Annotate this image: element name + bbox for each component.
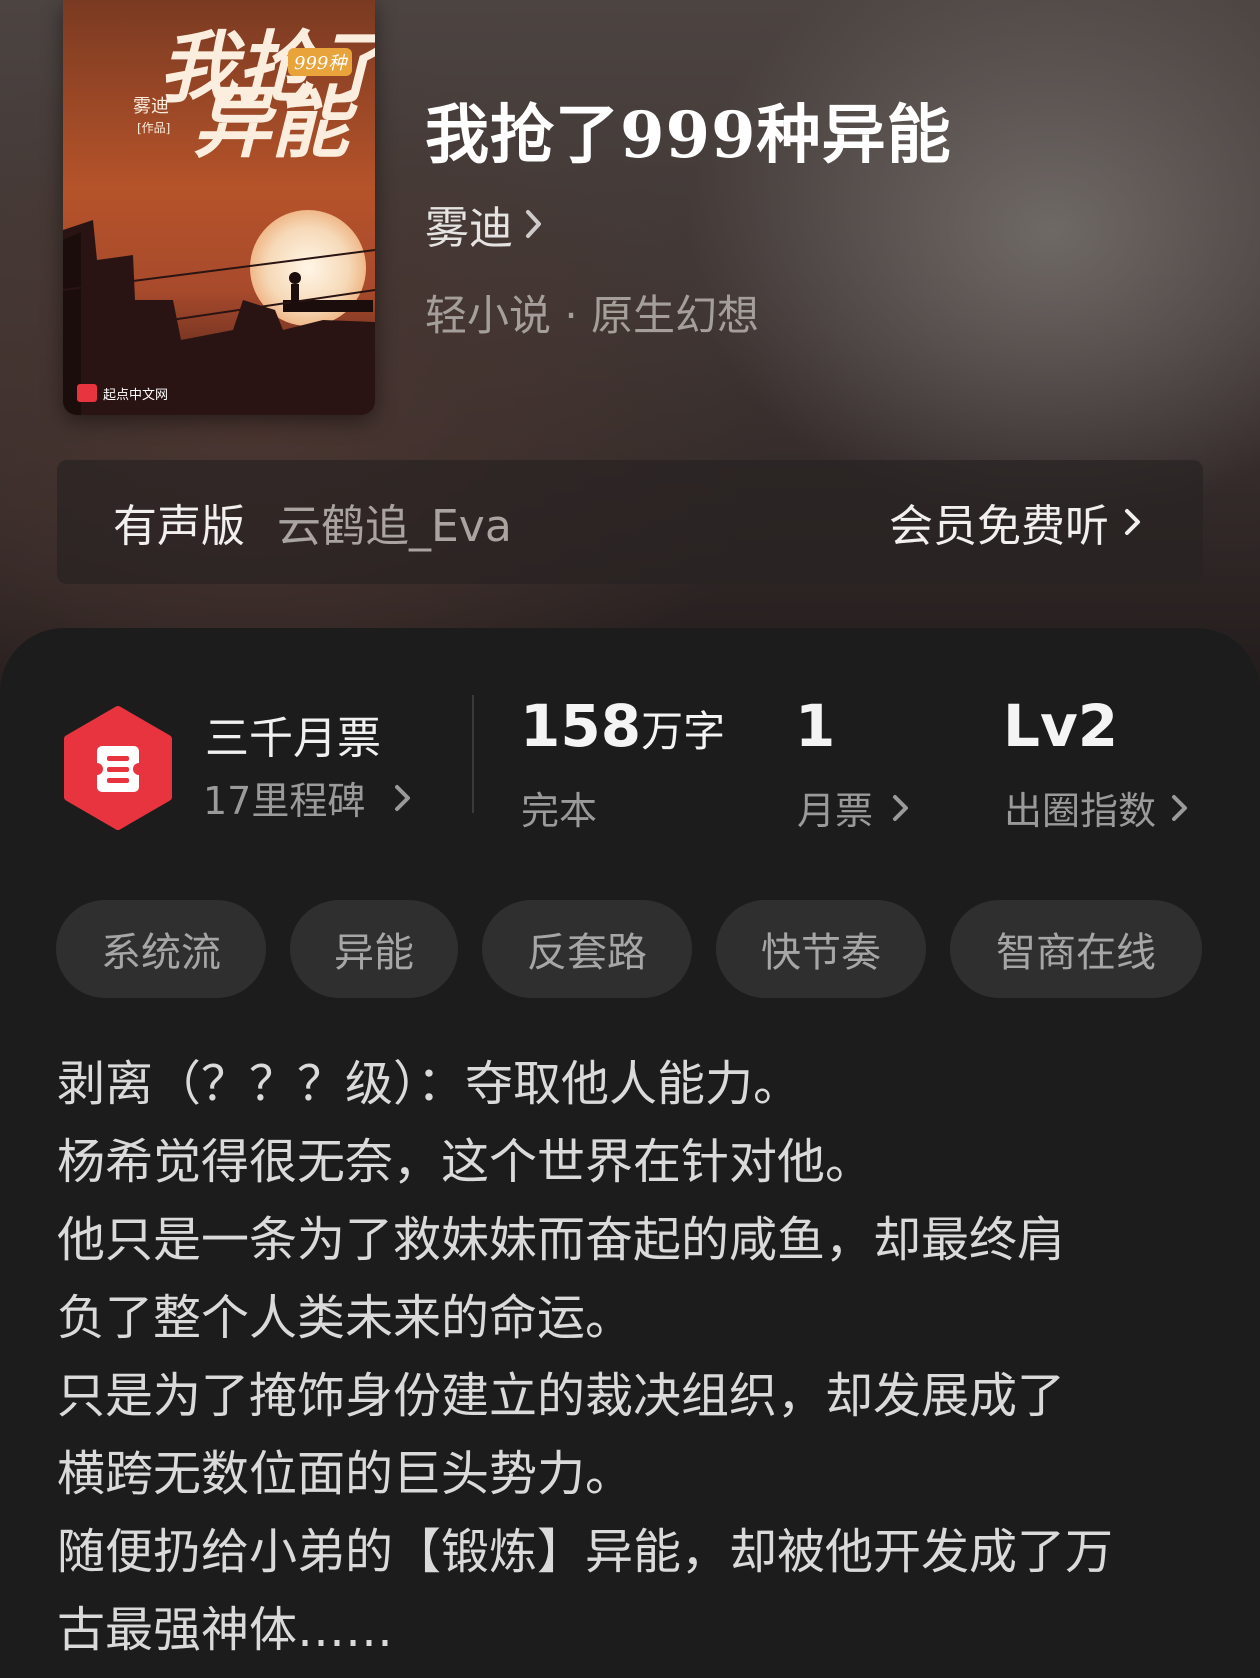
synopsis-line: 负了整个人类未来的命运。 bbox=[57, 1290, 634, 1346]
milestone-title[interactable]: 三千月票 bbox=[205, 702, 381, 766]
book-genre: 轻小说 · 原生幻想 bbox=[425, 291, 760, 340]
author-link[interactable]: 雾迪 bbox=[425, 196, 545, 254]
book-cover[interactable]: 我抢了 异能 999种 雾迪 [作品] 起点中文网 bbox=[63, 0, 375, 415]
popularity-index-level: Lv2 bbox=[1003, 692, 1119, 760]
chevron-right-icon bbox=[1172, 794, 1188, 821]
chevron-right-icon bbox=[1125, 509, 1140, 535]
monthly-votes-count: 1 bbox=[795, 692, 836, 760]
synopsis-line: 剥离（？？？级）：夺取他人能力。 bbox=[57, 1056, 802, 1112]
audiobook-bar[interactable]: 有声版 云鹤追_Eva 会员免费听 bbox=[57, 460, 1203, 584]
synopsis-line: 他只是一条为了救妹妹而奋起的咸鱼，却最终肩 bbox=[57, 1212, 1066, 1268]
tag-chip[interactable]: 系统流 bbox=[56, 900, 266, 998]
tag-chip[interactable]: 智商在线 bbox=[950, 900, 1202, 998]
cover-author: 雾迪 bbox=[133, 96, 169, 117]
book-header: 我抢了 异能 999种 雾迪 [作品] 起点中文网 我抢了999种异能 雾迪 轻… bbox=[0, 0, 1260, 700]
member-free-listen-button[interactable]: 会员免费听 bbox=[889, 490, 1143, 554]
milestone-link[interactable]: 17里程碑 bbox=[203, 770, 413, 825]
word-count: 158万字 bbox=[520, 692, 725, 760]
ticket-badge-icon[interactable] bbox=[62, 706, 174, 830]
book-synopsis[interactable]: 剥离（？？？级）：夺取他人能力。 杨希觉得很无奈，这个世界在针对他。 他只是一条… bbox=[57, 1045, 1207, 1669]
synopsis-line: 横跨无数位面的巨头势力。 bbox=[57, 1446, 634, 1502]
book-title: 我抢了999种异能 bbox=[425, 98, 952, 173]
synopsis-line: 随便扔给小弟的【锻炼】异能，却被他开发成了万 bbox=[57, 1524, 1114, 1580]
cover-title-line2: 异能 bbox=[193, 78, 358, 169]
tag-chip[interactable]: 反套路 bbox=[482, 900, 692, 998]
milestone-count: 17里程碑 bbox=[203, 779, 366, 823]
cover-badge: 999种 bbox=[294, 53, 348, 74]
completion-status: 完本 bbox=[521, 789, 598, 833]
popularity-index-label: 出圈指数 bbox=[1004, 789, 1157, 833]
tag-list: 系统流 异能 反套路 快节奏 智商在线 bbox=[56, 900, 1202, 998]
tag-chip[interactable]: 异能 bbox=[290, 900, 458, 998]
synopsis-line: 只是为了掩饰身份建立的裁决组织，却发展成了 bbox=[57, 1368, 1066, 1424]
cover-author-note: [作品] bbox=[137, 121, 170, 135]
stats-divider bbox=[472, 695, 474, 813]
member-free-listen-label: 会员免费听 bbox=[889, 501, 1109, 552]
popularity-index-link[interactable]: 出圈指数 bbox=[1004, 780, 1190, 835]
audiobook-label: 有声版 bbox=[113, 501, 245, 552]
cover-publisher: 起点中文网 bbox=[103, 388, 168, 403]
synopsis-line: 杨希觉得很无奈，这个世界在针对他。 bbox=[57, 1134, 874, 1190]
chevron-right-icon bbox=[893, 794, 909, 821]
synopsis-line: 古最强神体…… bbox=[57, 1602, 394, 1658]
audiobook-narrator: 云鹤追_Eva bbox=[277, 501, 512, 552]
chevron-right-icon bbox=[526, 210, 541, 238]
cover-art: 我抢了 异能 999种 雾迪 [作品] 起点中文网 bbox=[63, 0, 375, 415]
tag-chip[interactable]: 快节奏 bbox=[716, 900, 926, 998]
chevron-right-icon bbox=[395, 784, 411, 811]
author-name: 雾迪 bbox=[425, 203, 513, 254]
word-count-unit: 万字 bbox=[641, 707, 726, 756]
word-count-number: 158 bbox=[520, 692, 642, 760]
monthly-votes-link[interactable]: 月票 bbox=[797, 780, 911, 835]
monthly-votes-label: 月票 bbox=[797, 789, 874, 833]
